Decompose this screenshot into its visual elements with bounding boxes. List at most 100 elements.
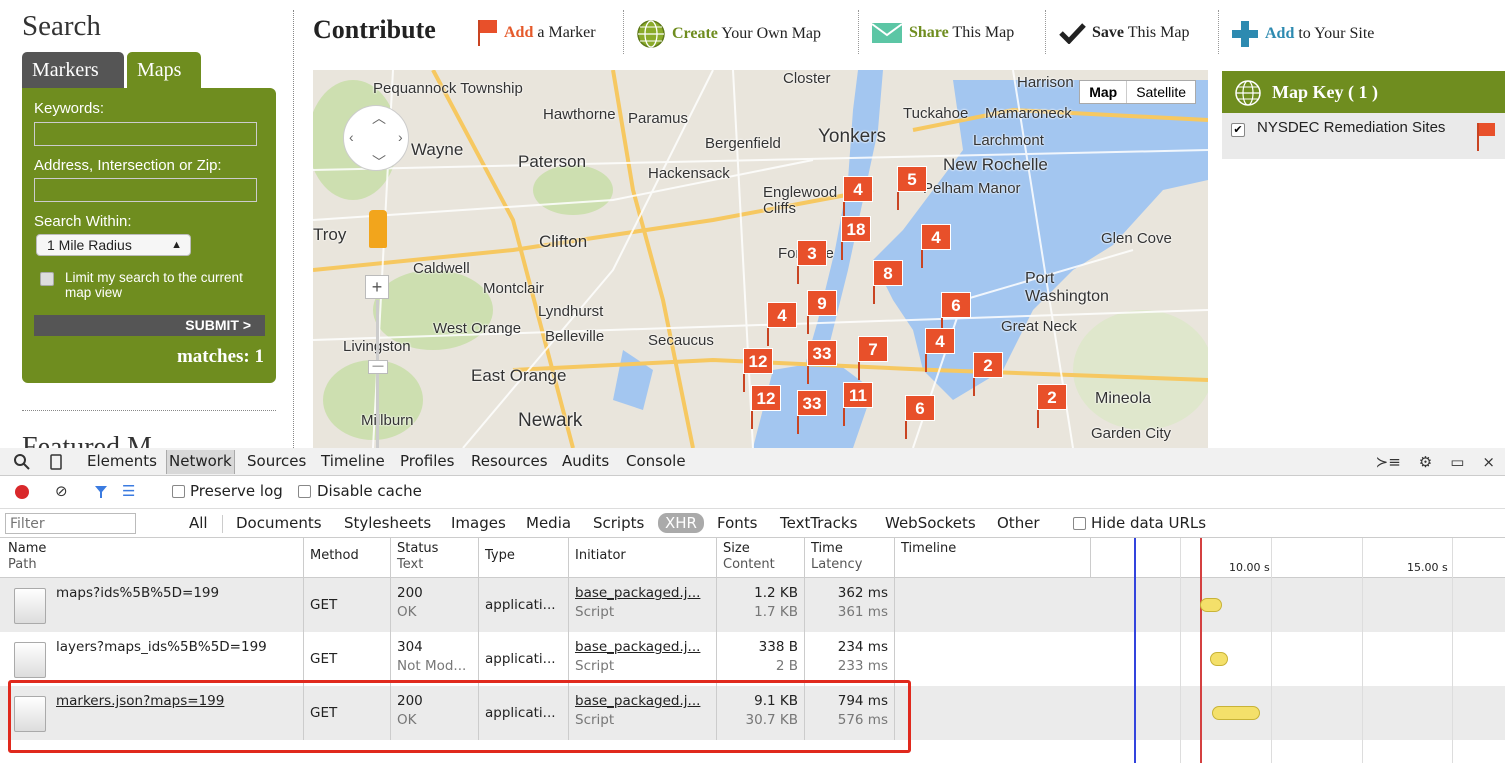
filter-bar: All Documents Stylesheets Images Media S… bbox=[0, 508, 1505, 538]
zoom-slider-track[interactable] bbox=[376, 300, 379, 448]
tab-audits[interactable]: Audits bbox=[562, 452, 609, 470]
initiator-link[interactable]: base_packaged.j... bbox=[575, 584, 716, 603]
add-marker-bold: Add bbox=[504, 24, 534, 41]
table-row[interactable]: maps?ids%5B%5D=199 GET 200 OK applicati..… bbox=[0, 578, 1090, 632]
tab-network[interactable]: Network bbox=[166, 450, 235, 474]
filter-media[interactable]: Media bbox=[526, 514, 571, 532]
request-initiator: base_packaged.j... Script bbox=[568, 578, 716, 632]
timeline-bar[interactable] bbox=[1200, 598, 1222, 612]
column-header-timeline[interactable]: Timeline bbox=[894, 538, 1090, 578]
map-type-satellite-button[interactable]: Satellite bbox=[1127, 81, 1195, 103]
map-marker[interactable]: 33 bbox=[807, 340, 837, 384]
column-header-type[interactable]: Type bbox=[478, 538, 568, 578]
filter-images[interactable]: Images bbox=[451, 514, 506, 532]
column-header-initiator[interactable]: Initiator bbox=[568, 538, 716, 578]
map-marker[interactable]: 4 bbox=[767, 302, 797, 346]
map-marker[interactable]: 12 bbox=[743, 348, 773, 392]
column-header-method[interactable]: Method bbox=[303, 538, 390, 578]
map-marker[interactable]: 5 bbox=[897, 166, 927, 210]
tab-timeline[interactable]: Timeline bbox=[321, 452, 385, 470]
filter-websockets[interactable]: WebSockets bbox=[885, 514, 976, 532]
map-marker[interactable]: 8 bbox=[873, 260, 903, 304]
map-key-header[interactable]: Map Key ( 1 ) bbox=[1222, 71, 1505, 113]
tab-markers[interactable]: Markers bbox=[22, 52, 124, 88]
filter-input[interactable] bbox=[5, 513, 136, 534]
filter-all[interactable]: All bbox=[189, 514, 208, 532]
timeline-bar[interactable] bbox=[1210, 652, 1228, 666]
map-marker[interactable]: 12 bbox=[751, 385, 781, 429]
save-map-button[interactable]: Save This Map bbox=[1058, 22, 1189, 44]
filter-texttracks[interactable]: TextTracks bbox=[780, 514, 857, 532]
preserve-log-checkbox[interactable] bbox=[172, 485, 185, 498]
zoom-in-button[interactable]: + bbox=[365, 275, 389, 299]
share-map-rest: This Map bbox=[948, 24, 1015, 41]
device-mode-icon[interactable] bbox=[50, 454, 62, 470]
keywords-input[interactable] bbox=[34, 122, 257, 146]
clear-icon[interactable]: ⊘ bbox=[55, 482, 68, 500]
map-marker[interactable]: 3 bbox=[797, 240, 827, 284]
tab-resources[interactable]: Resources bbox=[471, 452, 548, 470]
map-key-item-checkbox[interactable]: ✔ bbox=[1231, 123, 1245, 137]
tab-console[interactable]: Console bbox=[626, 452, 686, 470]
close-icon[interactable]: × bbox=[1482, 453, 1495, 471]
filter-stylesheets[interactable]: Stylesheets bbox=[344, 514, 431, 532]
map-marker[interactable]: 4 bbox=[921, 224, 951, 268]
record-icon[interactable] bbox=[15, 485, 29, 499]
submit-button[interactable]: SUBMIT > bbox=[34, 315, 265, 336]
map-marker[interactable]: 2 bbox=[1037, 384, 1067, 428]
column-header-name[interactable]: Name Path bbox=[0, 538, 303, 578]
inspect-search-icon[interactable] bbox=[14, 454, 30, 470]
large-rows-icon[interactable]: ☰ bbox=[122, 482, 135, 500]
filter-documents[interactable]: Documents bbox=[236, 514, 322, 532]
filter-scripts[interactable]: Scripts bbox=[593, 514, 644, 532]
pan-down-icon[interactable]: ﹀ bbox=[372, 152, 386, 172]
table-row[interactable]: layers?maps_ids%5B%5D=199 GET 304 Not Mod… bbox=[0, 632, 1090, 686]
pan-left-icon[interactable]: ‹ bbox=[349, 129, 354, 145]
radius-select[interactable]: 1 Mile Radius ▲ bbox=[36, 234, 191, 256]
hide-data-urls-checkbox[interactable] bbox=[1073, 517, 1086, 530]
request-name[interactable]: layers?maps_ids%5B%5D=199 bbox=[0, 632, 303, 686]
filter-fonts[interactable]: Fonts bbox=[717, 514, 757, 532]
map-marker[interactable]: 18 bbox=[841, 216, 871, 260]
map-marker[interactable]: 6 bbox=[941, 292, 971, 336]
tab-maps[interactable]: Maps bbox=[127, 52, 201, 88]
map-marker[interactable]: 2 bbox=[973, 352, 1003, 396]
pan-up-icon[interactable]: ︿ bbox=[372, 108, 386, 128]
dock-side-icon[interactable]: ▭ bbox=[1450, 453, 1464, 471]
add-to-site-button[interactable]: Add to Your Site bbox=[1231, 20, 1374, 48]
tab-profiles[interactable]: Profiles bbox=[400, 452, 454, 470]
tab-elements[interactable]: Elements bbox=[87, 452, 157, 470]
map-type-map-button[interactable]: Map bbox=[1080, 81, 1128, 103]
gear-icon[interactable]: ⚙ bbox=[1419, 453, 1432, 471]
share-map-button[interactable]: Share This Map bbox=[871, 22, 1014, 44]
map-canvas[interactable]: Pequannock Township Wayne Paterson Hawth… bbox=[313, 70, 1208, 448]
column-header-time[interactable]: Time Latency bbox=[804, 538, 894, 578]
filter-xhr[interactable]: XHR bbox=[658, 513, 704, 533]
zoom-slider-handle[interactable]: — bbox=[368, 360, 388, 374]
initiator-link[interactable]: base_packaged.j... bbox=[575, 638, 716, 657]
pan-control[interactable]: ︿ ﹀ ‹ › bbox=[343, 105, 409, 171]
map-marker[interactable]: 4 bbox=[925, 328, 955, 372]
create-map-button[interactable]: Create Your Own Map bbox=[636, 19, 821, 49]
pan-right-icon[interactable]: › bbox=[398, 129, 403, 145]
add-marker-button[interactable]: Add a Marker bbox=[476, 18, 596, 48]
address-input[interactable] bbox=[34, 178, 257, 202]
street-view-pegman-icon[interactable] bbox=[369, 210, 387, 248]
request-name[interactable]: maps?ids%5B%5D=199 bbox=[0, 578, 303, 632]
disable-cache-checkbox[interactable] bbox=[298, 485, 311, 498]
map-label: Pequannock Township bbox=[373, 80, 523, 97]
map-marker[interactable]: 33 bbox=[797, 390, 827, 434]
filter-other[interactable]: Other bbox=[997, 514, 1040, 532]
map-marker[interactable]: 6 bbox=[905, 395, 935, 439]
map-marker[interactable]: 11 bbox=[843, 382, 873, 426]
limit-search-checkbox[interactable] bbox=[40, 272, 54, 286]
map-marker[interactable]: 7 bbox=[858, 336, 888, 380]
tab-sources[interactable]: Sources bbox=[247, 452, 306, 470]
map-marker[interactable]: 4 bbox=[843, 176, 873, 220]
map-marker[interactable]: 9 bbox=[807, 290, 837, 334]
filter-icon[interactable] bbox=[94, 485, 108, 499]
console-drawer-icon[interactable]: ≻≡ bbox=[1376, 453, 1401, 471]
timeline-bar[interactable] bbox=[1212, 706, 1260, 720]
column-header-size[interactable]: Size Content bbox=[716, 538, 804, 578]
column-header-status[interactable]: Status Text bbox=[390, 538, 478, 578]
